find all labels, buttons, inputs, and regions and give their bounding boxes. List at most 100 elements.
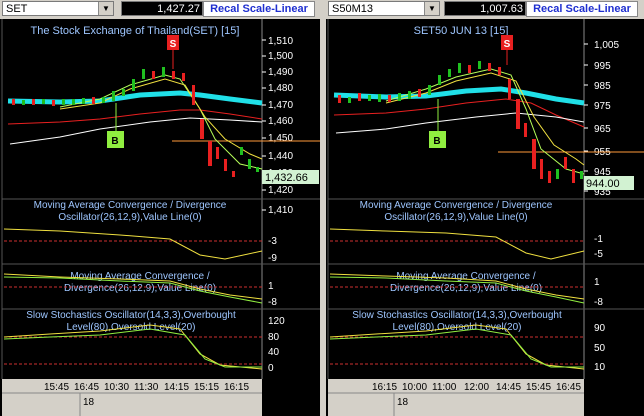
right-macd-pane[interactable]: Moving Average Convergence / Divergence(…: [329, 271, 603, 308]
left-price-tag: 1,432.66: [265, 172, 308, 184]
right-time-tick: 12:00: [464, 382, 489, 393]
left-last-price: 1,427.27: [121, 1, 203, 16]
left-time-axis: [2, 379, 262, 393]
left-stoch-tick: 80: [268, 332, 280, 343]
right-chart-panel: S50M13 ▼ 1,007.63 Recal Scale-Linear SET…: [326, 0, 644, 416]
left-price-tick: 1,480: [268, 83, 293, 94]
right-price-tick: 985: [594, 81, 611, 92]
right-price-tick: 995: [594, 61, 611, 72]
left-ma-red: [7, 109, 263, 125]
left-time-tick: 10:30: [104, 382, 129, 393]
left-price-tick: 1,440: [268, 151, 293, 162]
right-macd2-tick: 1: [594, 277, 600, 288]
right-time-tick: 10:00: [402, 382, 427, 393]
right-ma-red: [333, 98, 585, 128]
right-price-tag: 944.00: [586, 178, 620, 190]
left-price-tick: 1,470: [268, 100, 293, 111]
left-stoch-tick: 40: [268, 347, 280, 358]
right-macd-label: Moving Average Convergence / Divergence …: [359, 200, 553, 223]
left-time-tick: 14:15: [164, 382, 189, 393]
right-stoch-tick: 50: [594, 343, 606, 354]
left-macd-pane[interactable]: Moving Average Convergence / Divergence(…: [3, 271, 277, 308]
right-stochastic-pane[interactable]: Slow Stochastics Oscillator(14,3,3),Over…: [329, 310, 606, 373]
right-stoch-tick: 90: [594, 323, 606, 334]
left-toolbar: SET ▼ 1,427.27 Recal Scale-Linear: [0, 0, 320, 19]
right-toolbar: S50M13 ▼ 1,007.63 Recal Scale-Linear: [326, 0, 644, 19]
left-price-tick: 1,450: [268, 133, 293, 144]
right-recal-scale-button[interactable]: Recal Scale-Linear: [526, 1, 638, 17]
right-last-price: 1,007.63: [444, 1, 526, 16]
left-buy-marker-label: B: [111, 136, 118, 147]
left-macd2-label: Moving Average Convergence / Divergence(…: [63, 271, 217, 294]
right-ma-white: [335, 112, 585, 134]
right-time-tick: 14:45: [496, 382, 521, 393]
right-symbol-select[interactable]: S50M13 ▼: [328, 1, 440, 16]
right-time-tick: 15:45: [526, 382, 551, 393]
right-price-axis: 1,005 995 985 975 965 955 945 935: [584, 40, 619, 198]
left-time-tick: 16:45: [74, 382, 99, 393]
left-stochastic-pane[interactable]: Slow Stochastics Oscillator(14,3,3),Over…: [3, 310, 285, 374]
right-date-tick: 18: [397, 397, 409, 408]
left-time-tick: 16:15: [224, 382, 249, 393]
left-macd2-tick: -8: [268, 297, 277, 308]
left-ma-yellow: [59, 78, 263, 160]
left-price-tick: 1,490: [268, 67, 293, 78]
left-macd-tick: -9: [268, 253, 277, 264]
left-price-axis: 1,510 1,500 1,490 1,480 1,470 1,460 1,45…: [262, 36, 293, 216]
left-stoch-tick: 120: [268, 316, 285, 327]
left-date-axis: [2, 393, 262, 416]
right-stoch-tick: 10: [594, 362, 606, 373]
right-symbol-value: S50M13: [332, 3, 373, 15]
right-buy-marker-label: B: [433, 136, 440, 147]
right-macd2-label: Moving Average Convergence / Divergence(…: [389, 271, 543, 294]
left-ma-green: [59, 74, 263, 170]
left-stoch-tick: 0: [268, 363, 274, 374]
right-sell-marker[interactable]: S: [501, 35, 513, 65]
right-price-tick: 1,005: [594, 40, 619, 51]
left-date-tick: 18: [83, 397, 95, 408]
right-stoch-label: Slow Stochastics Oscillator(14,3,3),Over…: [352, 310, 562, 333]
right-ma-cyan: [333, 86, 585, 106]
right-time-tick: 11:00: [432, 382, 457, 393]
left-stoch-label: Slow Stochastics Oscillator(14,3,3),Over…: [26, 310, 236, 333]
left-chart-title: The Stock Exchange of Thailand(SET) [15]: [31, 25, 240, 37]
left-price-tick: 1,500: [268, 51, 293, 62]
left-chart-canvas[interactable]: The Stock Exchange of Thailand(SET) [15]…: [0, 19, 320, 416]
right-macd-tick: -5: [594, 249, 603, 260]
left-macd-oscillator-pane[interactable]: Moving Average Convergence / Divergence …: [3, 200, 277, 264]
right-sell-marker-label: S: [504, 39, 511, 50]
left-sell-marker-label: S: [170, 39, 177, 50]
left-time-tick: 11:30: [134, 382, 159, 393]
left-macd-tick: -3: [268, 236, 277, 247]
right-date-axis: [328, 393, 584, 416]
left-macd-label: Moving Average Convergence / Divergence …: [33, 200, 227, 223]
chevron-down-icon[interactable]: ▼: [98, 2, 113, 15]
left-time-tick: 15:15: [194, 382, 219, 393]
left-chart-panel: SET ▼ 1,427.27 Recal Scale-Linear The St…: [0, 0, 320, 416]
right-chart-canvas[interactable]: SET50 JUN 13 [15] 1,005 995 985 975 965 …: [326, 19, 644, 416]
left-sell-marker[interactable]: S: [167, 35, 179, 69]
right-macd2-tick: -8: [594, 297, 603, 308]
right-macd-tick: -1: [594, 234, 603, 245]
left-ma-white: [9, 117, 263, 145]
left-price-tick: 1,460: [268, 116, 293, 127]
right-time-tick: 16:15: [372, 382, 397, 393]
right-ma-green: [385, 68, 585, 175]
chevron-down-icon[interactable]: ▼: [424, 2, 439, 15]
right-price-tick: 975: [594, 101, 611, 112]
right-price-tick: 965: [594, 124, 611, 135]
left-symbol-select[interactable]: SET ▼: [2, 1, 114, 16]
left-macd2-tick: 1: [268, 281, 274, 292]
right-ma-yellow: [385, 72, 585, 166]
right-macd-oscillator-pane[interactable]: Moving Average Convergence / Divergence …: [329, 200, 603, 260]
left-price-tick: 1,420: [268, 185, 293, 196]
right-chart-title: SET50 JUN 13 [15]: [414, 25, 509, 37]
right-time-tick: 16:45: [556, 382, 581, 393]
left-time-tick: 15:45: [44, 382, 69, 393]
left-symbol-value: SET: [6, 3, 28, 15]
left-price-tick: 1,410: [268, 205, 293, 216]
left-ma-cyan: [7, 90, 263, 106]
right-candles: [338, 61, 583, 183]
left-recal-scale-button[interactable]: Recal Scale-Linear: [203, 1, 315, 17]
left-price-tick: 1,510: [268, 36, 293, 47]
